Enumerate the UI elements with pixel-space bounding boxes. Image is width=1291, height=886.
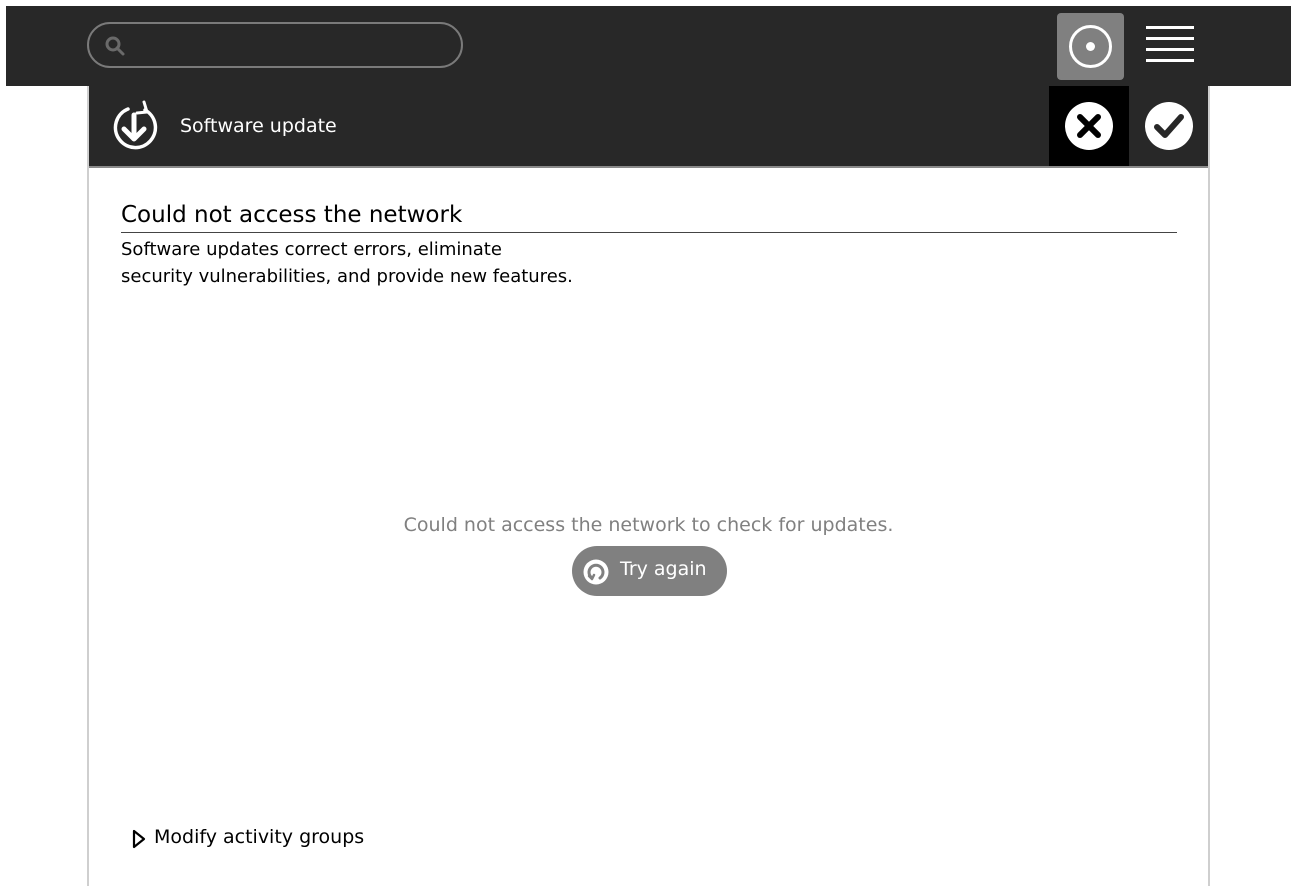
cancel-button[interactable] [1049, 86, 1129, 166]
search-input[interactable] [133, 30, 437, 62]
software-update-panel: Software update Could not access the net… [87, 86, 1210, 886]
heading-divider [121, 232, 1177, 233]
description: Software updates correct errors, elimina… [121, 236, 573, 290]
description-line: security vulnerabilities, and provide ne… [121, 266, 573, 287]
search-icon [105, 36, 125, 56]
triangle-right-icon [132, 829, 146, 849]
try-again-button[interactable]: Try again [572, 546, 727, 596]
software-update-icon [113, 100, 158, 150]
ok-button[interactable] [1129, 86, 1209, 166]
try-again-label: Try again [620, 558, 707, 580]
cancel-icon [1065, 102, 1113, 150]
status-message: Could not access the network to check fo… [403, 514, 894, 536]
search-box[interactable] [87, 22, 463, 68]
neighborhood-icon [1069, 25, 1112, 68]
panel-toolbar: Software update [89, 86, 1208, 168]
page-heading: Could not access the network [121, 202, 463, 228]
ok-icon [1145, 102, 1193, 150]
neighborhood-button[interactable] [1057, 13, 1124, 80]
description-line: Software updates correct errors, elimina… [121, 239, 502, 260]
expander-label: Modify activity groups [154, 826, 365, 848]
top-bar [6, 6, 1291, 86]
retry-icon [583, 559, 609, 585]
toolbar-title: Software update [180, 115, 337, 137]
menu-icon[interactable] [1142, 20, 1198, 72]
